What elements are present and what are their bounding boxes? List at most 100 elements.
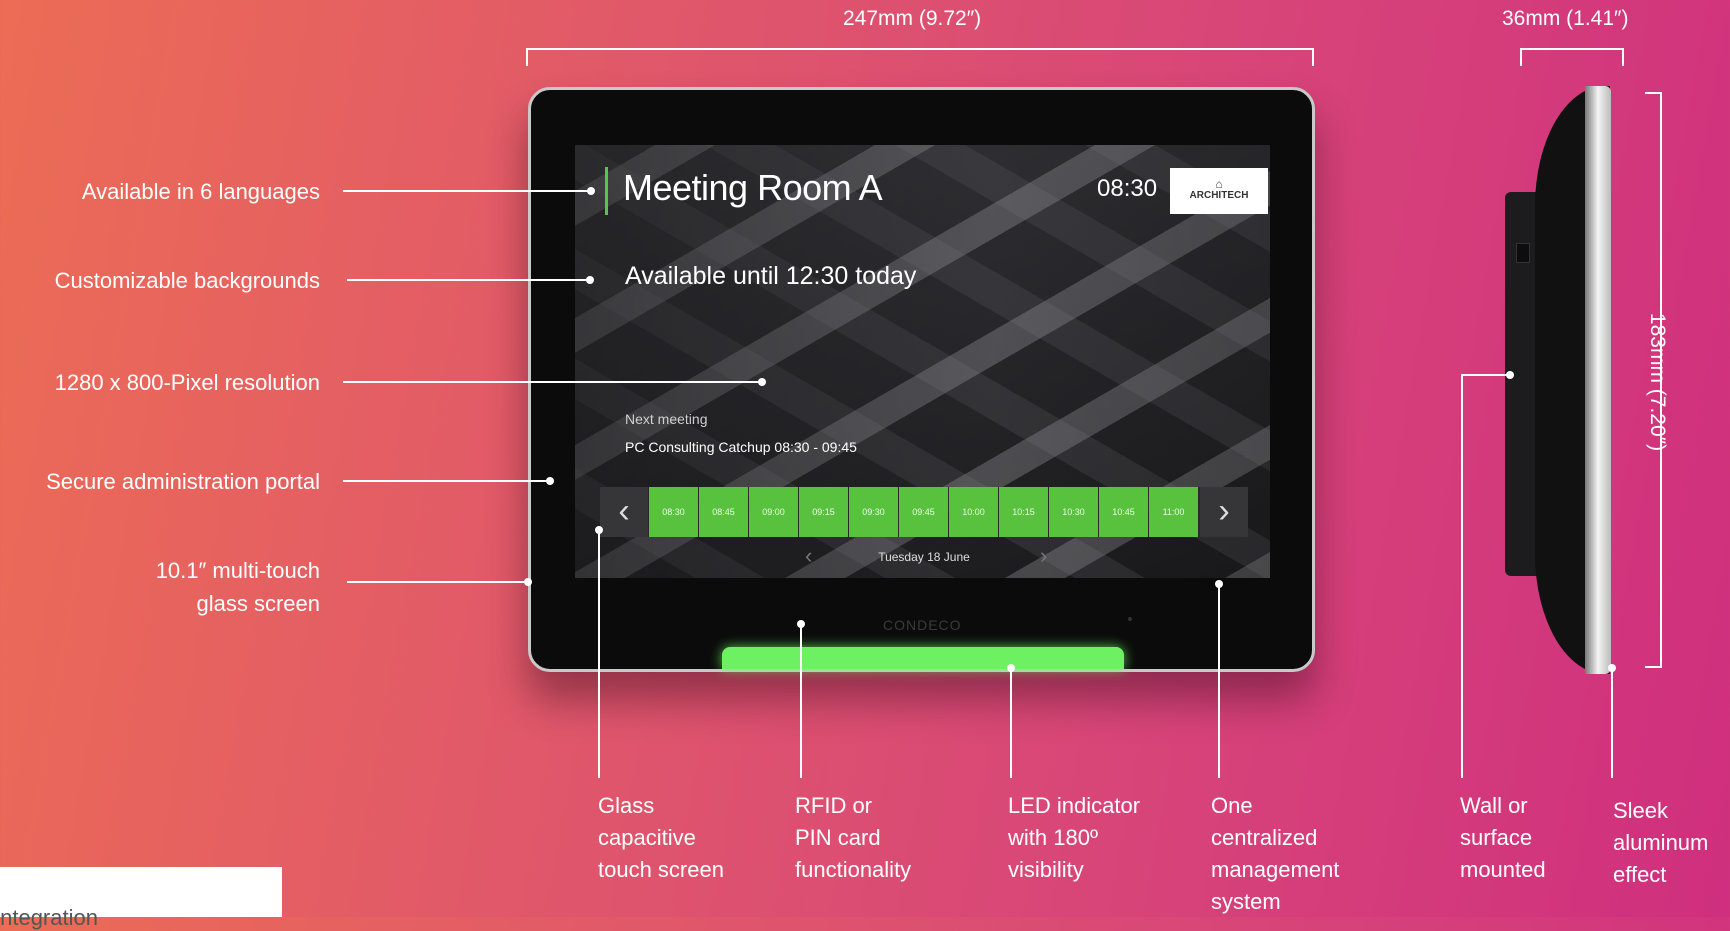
feature-admin-portal: Secure administration portal [46, 469, 320, 494]
callout-line-central [1218, 584, 1220, 778]
camera-sensor [1128, 617, 1132, 621]
time-slot[interactable]: 09:15 [799, 487, 848, 537]
callout-line-led [1010, 668, 1012, 778]
width-bracket-tick-left [526, 48, 528, 66]
feature-backgrounds: Customizable backgrounds [54, 268, 320, 293]
feature-led-line: visibility [1008, 857, 1084, 882]
callout-dot-resolution [758, 378, 766, 386]
feature-sleek-line: Sleek [1613, 798, 1669, 823]
time-slot-timeline: ‹ 08:30 08:45 09:00 09:15 09:30 09:45 10:00 10:… [600, 487, 1248, 537]
feature-resolution: 1280 x 800-Pixel resolution [54, 370, 320, 395]
feature-central-line: One [1211, 793, 1253, 818]
time-slot[interactable]: 08:30 [649, 487, 698, 537]
room-title: Meeting Room A [623, 167, 883, 208]
feature-wall: Wall or surface mounted [1460, 790, 1546, 886]
feature-glass-line: Glass [598, 793, 655, 818]
integration-label: Integration [0, 905, 98, 930]
depth-bracket-tick-right [1622, 48, 1624, 66]
time-slot[interactable]: 08:45 [699, 487, 748, 537]
width-bracket-tick-right [1312, 48, 1314, 66]
callout-dot-sleek [1608, 664, 1616, 672]
integration-card[interactable]: Integration [0, 867, 282, 930]
next-meeting-label: Next meeting [625, 411, 708, 427]
width-dimension-label: 247mm (9.72″) [843, 7, 982, 30]
depth-bracket-tick-left [1520, 48, 1522, 66]
company-logo: ⌂ ARCHITECH [1170, 168, 1268, 214]
feature-wall-line: mounted [1460, 857, 1546, 882]
callout-dot-touch [524, 578, 532, 586]
feature-rfid-line: functionality [795, 857, 912, 882]
feature-central-line: management [1211, 857, 1340, 882]
feature-languages: Available in 6 languages [81, 179, 320, 204]
current-time: 08:30 [1097, 175, 1158, 202]
callout-dot-rfid [797, 620, 805, 628]
callout-line-backgrounds [347, 279, 589, 281]
callout-dot-backgrounds [586, 276, 594, 284]
feature-sleek: Sleek aluminum effect [1613, 795, 1708, 891]
callout-dot-wall [1506, 371, 1514, 379]
brand-logo: CONDECO [883, 617, 962, 633]
time-slot[interactable]: 11:00 [1149, 487, 1198, 537]
callout-line-admin-portal [343, 480, 549, 482]
feature-led: LED indicator with 180º visibility [1008, 790, 1140, 886]
callout-line-languages [343, 190, 591, 192]
feature-sleek-line: effect [1613, 862, 1667, 887]
feature-touch-line2: glass screen [196, 591, 320, 616]
callout-line-rfid [800, 624, 802, 778]
depth-dimension-label: 36mm (1.41″) [1502, 7, 1629, 30]
time-slot[interactable]: 09:00 [749, 487, 798, 537]
next-meeting-details: PC Consulting Catchup 08:30 - 09:45 [625, 439, 857, 455]
feature-central: One centralized management system [1211, 790, 1339, 918]
feature-glass-line: touch screen [598, 857, 724, 882]
feature-rfid: RFID or PIN card functionality [795, 790, 911, 886]
feature-sleek-line: aluminum [1613, 830, 1709, 855]
feature-central-line: system [1211, 889, 1281, 914]
feature-rfid-line: RFID or [795, 793, 872, 818]
callout-dot-led [1007, 664, 1015, 672]
feature-wall-line: surface [1460, 825, 1533, 850]
callout-line-glass [598, 530, 600, 778]
feature-led-line: with 180º [1008, 825, 1098, 850]
date-navigator: ‹ Tuesday 18 June › [600, 543, 1248, 573]
feature-led-line: LED indicator [1008, 793, 1141, 818]
side-port-icon [1516, 243, 1530, 263]
height-dimension-label: 183mm (7.20″) [1646, 312, 1669, 452]
feature-glass: Glass capacitive touch screen [598, 790, 724, 886]
feature-wall-line: Wall or [1460, 793, 1528, 818]
callout-line-touch [347, 581, 527, 583]
height-bracket-tick-top [1645, 92, 1662, 94]
chevron-right-icon[interactable]: › [1200, 487, 1248, 537]
callout-line-wall [1461, 375, 1463, 778]
next-day-icon[interactable]: › [1040, 543, 1047, 569]
feature-touch-line1: 10.1″ multi-touch [155, 558, 320, 583]
time-slot[interactable]: 09:45 [899, 487, 948, 537]
time-slot[interactable]: 10:00 [949, 487, 998, 537]
current-date: Tuesday 18 June [878, 550, 970, 564]
room-title-accent [605, 167, 608, 215]
feature-central-line: centralized [1211, 825, 1318, 850]
room-display-screen: Meeting Room A 08:30 ⌂ ARCHITECH Availab… [575, 145, 1270, 578]
logo-text: ARCHITECH [1189, 190, 1249, 201]
aluminum-edge [1585, 86, 1611, 674]
callout-line-resolution [343, 381, 761, 383]
callout-dot-admin-portal [546, 477, 554, 485]
callout-dot-central [1215, 580, 1223, 588]
chevron-left-icon[interactable]: ‹ [600, 487, 648, 537]
feature-glass-line: capacitive [598, 825, 696, 850]
led-indicator-bar [722, 647, 1124, 669]
time-slot[interactable]: 10:15 [999, 487, 1048, 537]
depth-dimension-bracket [1520, 48, 1624, 50]
feature-rfid-line: PIN card [795, 825, 881, 850]
callout-line-sleek [1611, 668, 1613, 778]
time-slot[interactable]: 10:30 [1049, 487, 1098, 537]
time-slot[interactable]: 09:30 [849, 487, 898, 537]
time-slot[interactable]: 10:45 [1099, 487, 1148, 537]
callout-dot-languages [587, 187, 595, 195]
building-icon: ⌂ [1215, 177, 1223, 191]
callout-dot-glass [595, 526, 603, 534]
height-bracket-tick-bottom [1645, 666, 1662, 668]
time-slots: 08:30 08:45 09:00 09:15 09:30 09:45 10:00 10:15… [649, 487, 1199, 537]
availability-status: Available until 12:30 today [625, 262, 917, 290]
callout-line-wall-horizontal [1461, 374, 1510, 376]
width-dimension-bracket [526, 48, 1314, 50]
